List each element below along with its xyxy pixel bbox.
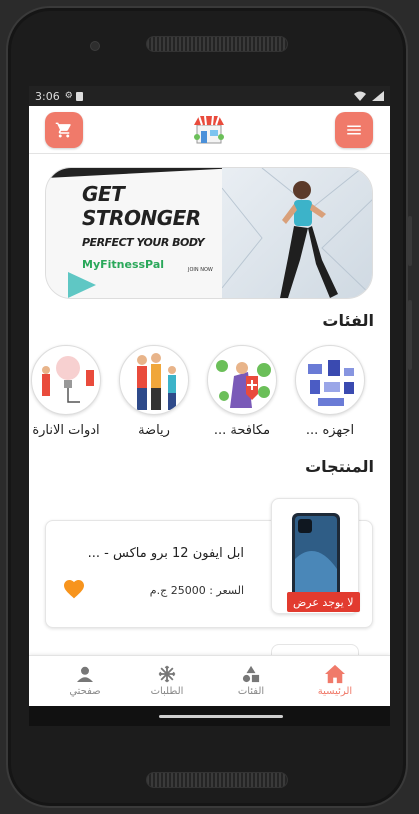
category-label: ادوات الانارة [32,423,100,438]
category-image [119,345,189,415]
nav-categories[interactable]: الفئات [211,656,291,707]
status-time: 3:06 [35,89,60,103]
banner-image [221,168,372,298]
orders-icon [158,665,176,683]
nav-label: صفحتي [69,686,101,697]
banner-line2: STRONGER [82,206,201,230]
power-button [408,300,412,370]
cart-icon [55,122,71,138]
bottom-nav: الرئيسية الفئات الطلبات صفحتي [29,655,390,706]
camera-icon [90,41,100,51]
device-frame: 3:06 ⚙ GET STRONGER PERFECT YOUR BODY My… [0,0,419,814]
bottom-speaker [146,772,288,788]
cart-button[interactable] [45,112,83,148]
banner-brand: MyFitnessPal [82,258,165,271]
home-content[interactable]: GET STRONGER PERFECT YOUR BODY MyFitness… [29,155,390,655]
category-image [207,345,277,415]
category-image [295,345,365,415]
promo-banner[interactable]: GET STRONGER PERFECT YOUR BODY MyFitness… [45,167,373,299]
nav-label: الرئيسية [317,686,353,697]
category-label: اجهزه ... [305,423,355,438]
nav-home[interactable]: الرئيسية [295,656,375,707]
category-label: رياضة [138,423,170,438]
category-item-lighting[interactable]: ادوات الانارة [29,345,103,438]
product-name: ابل ايفون 12 برو ماكس - ... [87,546,244,561]
product-card-next[interactable] [271,644,359,655]
sd-card-icon [75,91,83,101]
nav-label: الفئات [237,686,265,697]
profile-icon [77,666,93,682]
status-bar: 3:06 ⚙ [29,86,390,106]
store-logo [194,115,224,144]
home-icon [325,664,345,684]
offer-badge: لا يوجد عرض [287,592,360,612]
menu-button[interactable] [335,112,373,148]
nav-profile[interactable]: صفحتي [45,656,125,707]
category-item-pest-control[interactable]: مكافحة ... [205,345,279,438]
banner-line1: GET [82,182,125,206]
battery-icon [372,91,384,101]
categories-icon [242,665,260,683]
gesture-bar [29,706,390,726]
banner-cta: JOIN NOW [188,267,213,273]
category-item-sports[interactable]: رياضة [117,345,191,438]
product-price: السعر : 25000 ج.م [149,584,244,597]
categories-title: الفئات [322,311,374,330]
category-item-electronics[interactable]: اجهزه ... [293,345,367,438]
menu-icon [347,125,361,135]
top-speaker [146,36,288,52]
banner-text-panel: GET STRONGER PERFECT YOUR BODY MyFitness… [46,168,226,298]
volume-button [408,216,412,266]
category-image [31,345,101,415]
settings-icon: ⚙ [64,91,73,101]
wifi-icon [354,91,366,101]
banner-line3: PERFECT YOUR BODY [82,236,205,249]
app-screen: 3:06 ⚙ GET STRONGER PERFECT YOUR BODY My… [29,86,390,726]
favorite-heart-icon[interactable] [62,577,86,601]
nav-orders[interactable]: الطلبات [127,656,207,707]
nav-label: الطلبات [150,686,184,697]
play-triangle-icon [68,272,96,298]
category-label: مكافحة ... [213,423,271,438]
products-title: المنتجات [305,457,374,476]
app-bar [29,106,390,154]
home-indicator[interactable] [159,715,283,718]
